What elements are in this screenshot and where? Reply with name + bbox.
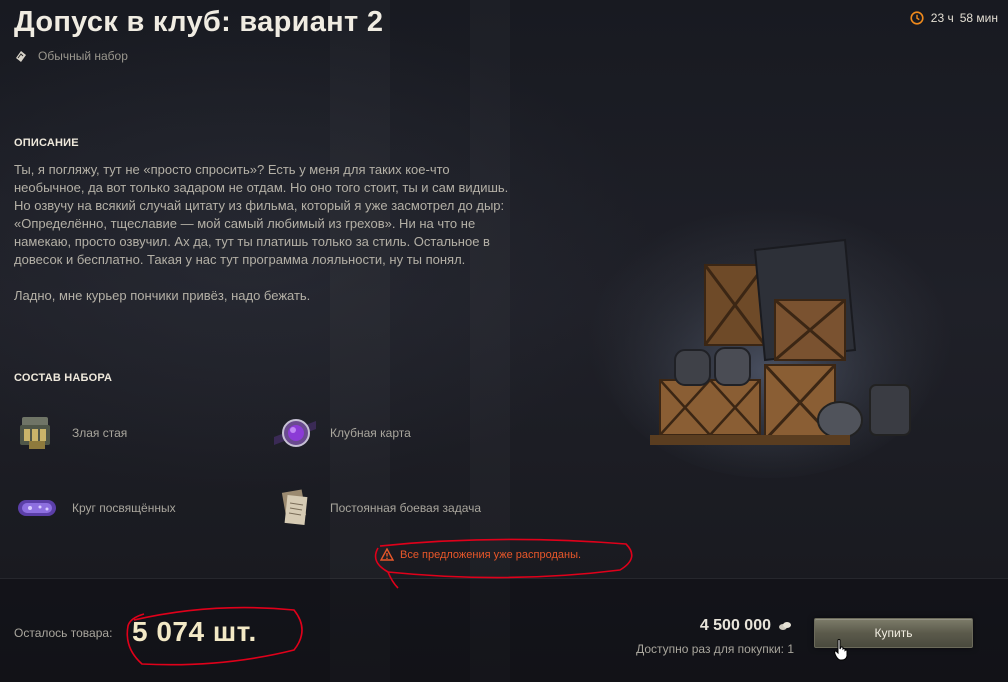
purple-emblem-icon xyxy=(14,488,60,528)
ammo-box-icon xyxy=(14,413,60,453)
divider xyxy=(0,578,1008,579)
description-text: Ты, я погляжу, тут не «просто спросить»?… xyxy=(14,162,509,303)
bundle-item-label: Клубная карта xyxy=(330,426,411,440)
crates-illustration xyxy=(605,238,935,478)
timer-hours: 23 ч xyxy=(930,11,954,25)
package-icon xyxy=(16,51,26,62)
bundle-item-krug-posvyashchennyh[interactable]: Круг посвящённых xyxy=(14,488,176,528)
bundle-item-label: Злая стая xyxy=(72,426,128,440)
club-card-icon xyxy=(272,413,318,453)
documents-icon xyxy=(272,488,318,528)
bundle-item-zlaya-staya[interactable]: Злая стая xyxy=(14,413,127,453)
clock-icon xyxy=(910,11,924,25)
bundle-contents-heading: СОСТАВ НАБОРА xyxy=(14,372,113,384)
description-heading: ОПИСАНИЕ xyxy=(14,137,79,149)
price-value: 4 500 000 xyxy=(699,617,771,634)
price: 4 500 000 xyxy=(700,617,792,635)
bundle-item-label: Постоянная боевая задача xyxy=(330,501,482,515)
bundle-item-combat-mission[interactable]: Постоянная боевая задача xyxy=(272,488,481,528)
bundle-type: Обычный набор xyxy=(14,49,128,63)
sold-out-notice: Все предложения уже распроданы. xyxy=(380,548,581,561)
credits-icon xyxy=(779,622,791,630)
bundle-item-club-card[interactable]: Клубная карта xyxy=(272,413,411,453)
stock-value: 5 074 шт. xyxy=(132,616,257,647)
sold-out-text: Все предложения уже распроданы. xyxy=(400,548,582,561)
purchase-limit: Доступно раз для покупки: 1 xyxy=(636,642,794,656)
warning-icon xyxy=(380,548,394,561)
bundle-type-label: Обычный набор xyxy=(38,49,128,63)
bundle-item-label: Круг посвящённых xyxy=(72,501,176,515)
time-remaining: 23 ч 58 мин xyxy=(910,11,998,25)
timer-minutes: 58 мин xyxy=(959,11,998,25)
stock-label: Осталось товара: xyxy=(14,626,113,640)
page-title: Допуск в клуб: вариант 2 xyxy=(14,6,384,38)
hand-cursor-icon xyxy=(833,639,848,661)
